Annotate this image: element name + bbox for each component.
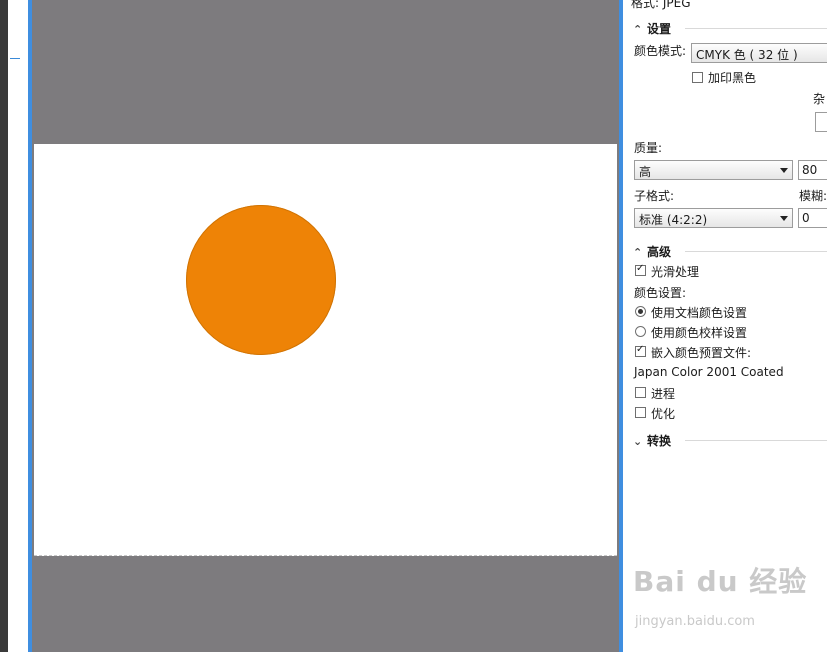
settings-section-header[interactable]: ⌃ 设置 — [633, 20, 671, 37]
orange-circle-shape — [186, 205, 336, 355]
subformat-label: 子格式: — [634, 189, 675, 203]
transform-section-header[interactable]: ⌄ 转换 — [633, 432, 671, 449]
quality-select[interactable]: 高 — [634, 160, 793, 180]
watermark-main: Bai du 经验 — [633, 565, 808, 598]
blur-value: 0 — [802, 211, 810, 225]
section-divider — [685, 28, 827, 29]
transform-title: 转换 — [647, 434, 672, 448]
chevron-down-double-icon: ⌄ — [633, 435, 643, 448]
dark-border — [0, 0, 8, 652]
quality-number-input[interactable]: 80 — [798, 160, 827, 180]
profile-name: Japan Color 2001 Coated — [634, 365, 784, 379]
dropdown-arrow-icon — [780, 168, 788, 173]
embed-profile-label: 嵌入颜色预置文件: — [651, 346, 752, 360]
progressive-label: 进程 — [651, 387, 676, 401]
section-divider — [685, 440, 827, 441]
use-document-color-radio[interactable] — [635, 306, 646, 317]
overprint-black-checkbox[interactable] — [692, 72, 703, 83]
quality-value: 高 — [639, 165, 652, 179]
smoothing-checkbox[interactable] — [635, 263, 646, 276]
blur-input[interactable]: 0 — [798, 208, 827, 228]
sidebar-tick — [10, 58, 20, 59]
chevron-up-double-icon: ⌃ — [633, 246, 643, 259]
quality-label: 质量: — [634, 141, 663, 155]
overprint-black-label: 加印黑色 — [708, 71, 757, 85]
embed-profile-checkbox[interactable] — [635, 344, 646, 357]
smoothing-label: 光滑处理 — [651, 265, 700, 279]
noise-label: 杂 — [813, 92, 826, 106]
watermark-sub: jingyan.baidu.com — [635, 614, 755, 629]
color-settings-label: 颜色设置: — [634, 286, 687, 300]
use-proof-color-radio[interactable] — [635, 326, 646, 337]
advanced-section-header[interactable]: ⌃ 高级 — [633, 243, 671, 260]
optimize-label: 优化 — [651, 407, 676, 421]
settings-title: 设置 — [647, 22, 672, 36]
advanced-title: 高级 — [647, 245, 672, 259]
use-document-color-label: 使用文档颜色设置 — [651, 306, 748, 320]
color-mode-label: 颜色模式: — [634, 44, 687, 58]
noise-input[interactable] — [815, 112, 827, 132]
preview-left-border — [28, 0, 32, 652]
color-mode-select[interactable]: CMYK 色 ( 32 位 ) — [691, 43, 827, 63]
section-divider — [685, 251, 827, 252]
export-settings-panel: 格式: JPEG ⌃ 设置 颜色模式: CMYK 色 ( 32 位 ) 加印黑色 … — [623, 0, 827, 652]
blur-label: 模糊: — [799, 189, 827, 203]
use-proof-color-label: 使用颜色校样设置 — [651, 326, 748, 340]
preview-page — [34, 144, 617, 556]
optimize-checkbox[interactable] — [635, 407, 646, 418]
progressive-checkbox[interactable] — [635, 387, 646, 398]
left-sidebar-strip — [0, 0, 28, 652]
format-line: 格式: JPEG — [631, 0, 691, 10]
color-mode-value: CMYK 色 ( 32 位 ) — [696, 48, 798, 62]
dropdown-arrow-icon — [780, 216, 788, 221]
quality-number: 80 — [802, 163, 818, 177]
subformat-value: 标准 (4:2:2) — [639, 213, 708, 227]
chevron-up-double-icon: ⌃ — [633, 23, 643, 36]
subformat-select[interactable]: 标准 (4:2:2) — [634, 208, 793, 228]
